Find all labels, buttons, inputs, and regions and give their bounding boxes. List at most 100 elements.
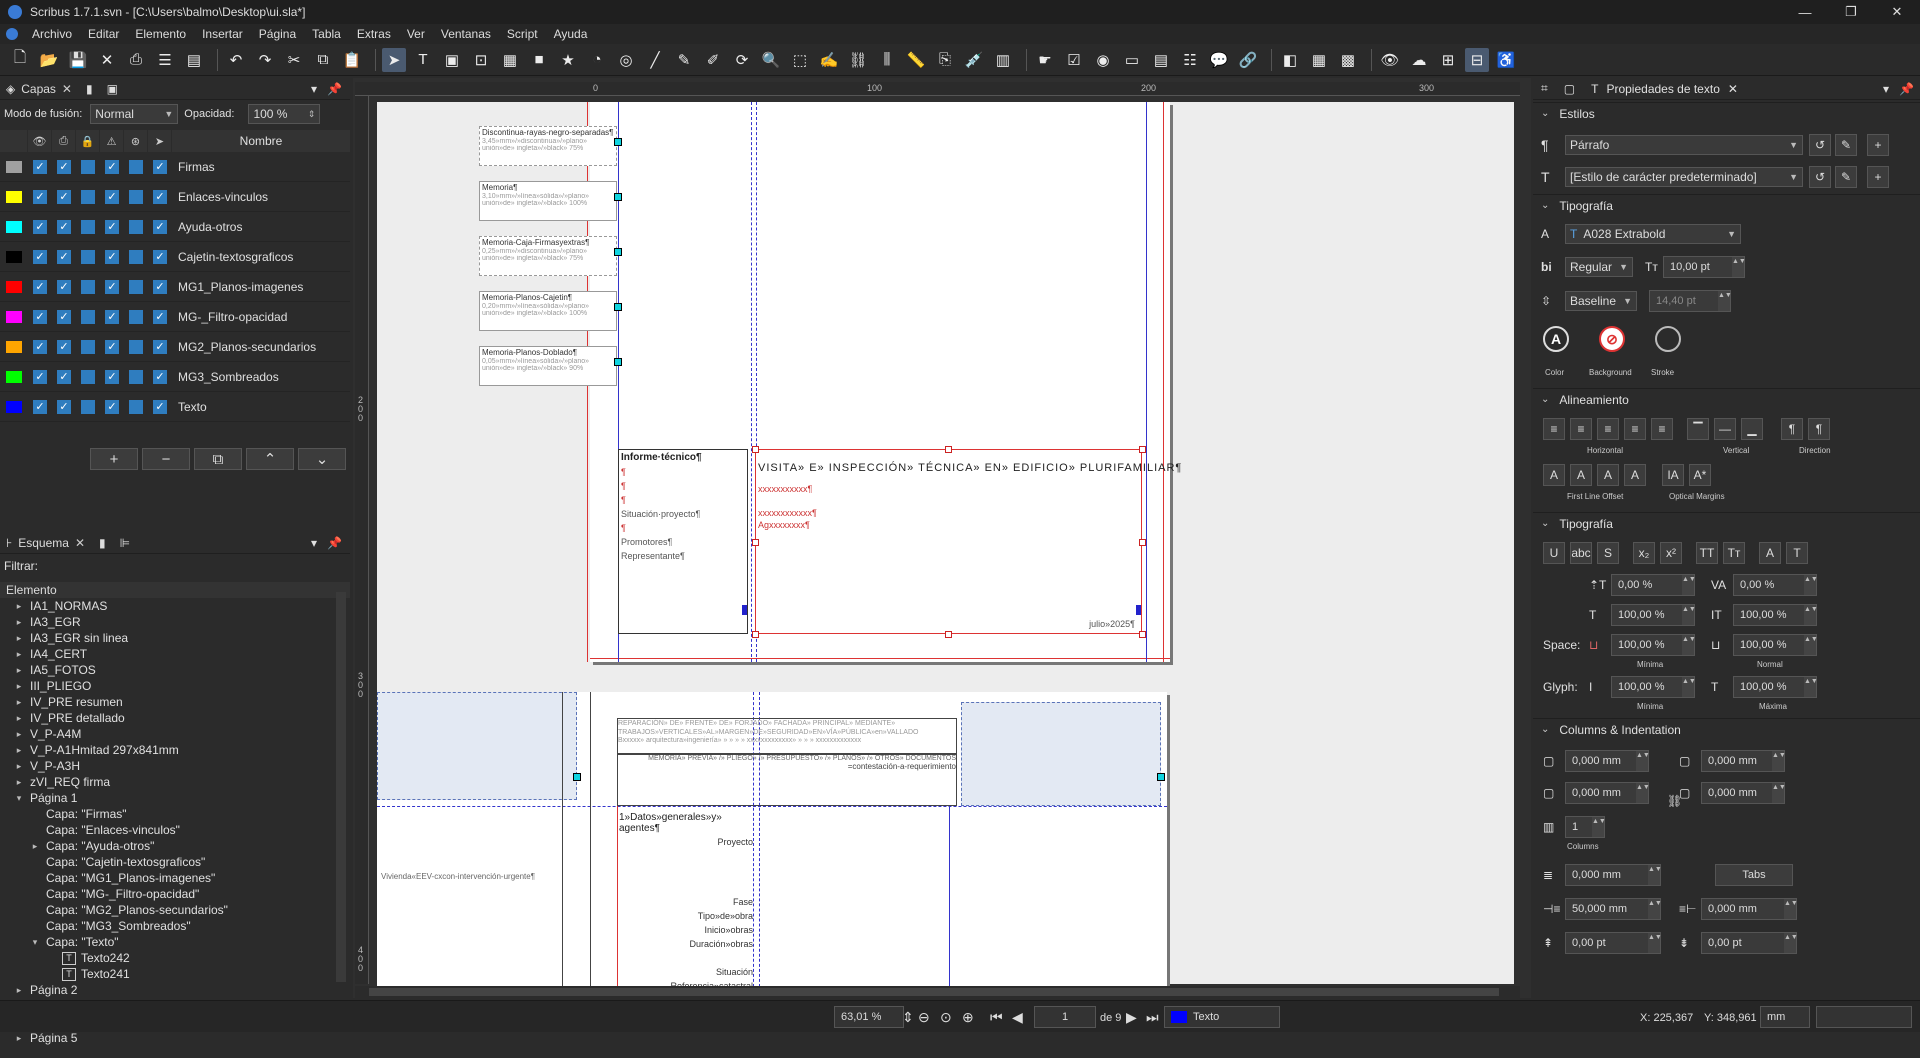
- collapsed-arrow-icon[interactable]: ▸: [14, 777, 24, 788]
- duplicate-layer-button[interactable]: ⧉: [194, 448, 242, 470]
- guides-toggle-icon[interactable]: ⊟: [1465, 47, 1489, 72]
- edit-style-icon[interactable]: ✎: [1835, 134, 1857, 156]
- flow-checkbox[interactable]: ✓: [105, 189, 119, 204]
- tree-item[interactable]: ▸ IA5_FOTOS: [0, 662, 350, 678]
- lock-checkbox[interactable]: [81, 279, 95, 294]
- polygon-tool-icon[interactable]: ★: [556, 48, 580, 72]
- resize-handle[interactable]: [752, 539, 759, 546]
- tree-item[interactable]: ▸ Capa: "Ayuda-otros": [0, 838, 350, 854]
- layer-row[interactable]: ✓ ✓ ✓ ✓ Cajetin-textosgraficos: [0, 242, 350, 272]
- text-stroke-icon[interactable]: [1655, 326, 1681, 352]
- flow-checkbox[interactable]: ✓: [105, 369, 119, 384]
- menu-archivo[interactable]: Archivo: [24, 27, 80, 41]
- menu-insertar[interactable]: Insertar: [194, 27, 251, 41]
- menu-ventanas[interactable]: Ventanas: [433, 27, 499, 41]
- collapsed-arrow-icon[interactable]: ▸: [14, 729, 24, 740]
- export-pdf-icon[interactable]: ▤: [182, 48, 206, 72]
- text-color-icon[interactable]: A: [1543, 326, 1569, 352]
- outline-checkbox[interactable]: [129, 159, 143, 174]
- collapsed-arrow-icon[interactable]: ▸: [14, 665, 24, 676]
- flow-checkbox[interactable]: ✓: [105, 159, 119, 174]
- lock-checkbox[interactable]: [81, 249, 95, 264]
- menu-tabla[interactable]: Tabla: [304, 27, 349, 41]
- style-box-5[interactable]: Memoria-Planos-Doblado¶ 0,05»mm»/»línea»…: [479, 346, 617, 386]
- frame-handle[interactable]: [614, 138, 622, 146]
- visible-checkbox[interactable]: ✓: [33, 159, 47, 174]
- image-frame-tool-icon[interactable]: ▣: [440, 48, 464, 72]
- previous-page-icon[interactable]: ◀: [1012, 1009, 1023, 1026]
- horizontal-ruler[interactable]: 0 100 200 300: [355, 82, 1520, 96]
- visible-checkbox[interactable]: ✓: [33, 279, 47, 294]
- edit-contents-icon[interactable]: ⬚: [788, 48, 812, 72]
- reset-style-icon[interactable]: ↺: [1809, 134, 1831, 156]
- frame-handle[interactable]: [1157, 773, 1165, 781]
- resize-handle[interactable]: [1139, 539, 1146, 546]
- last-page-icon[interactable]: ⏭: [1146, 1009, 1159, 1026]
- proof-colors-icon[interactable]: ▩: [1336, 48, 1360, 72]
- tab-esquema[interactable]: ⊦ Esquema ✕: [6, 536, 85, 550]
- pin-icon[interactable]: 📌: [1899, 82, 1914, 96]
- resize-handle[interactable]: [1139, 446, 1146, 453]
- opacity-input[interactable]: 100 % ⇕: [248, 104, 321, 124]
- frame-handle[interactable]: [614, 303, 622, 311]
- line-spacing-mode-select[interactable]: Baseline ▼: [1565, 291, 1637, 311]
- visita-inspeccion-frame[interactable]: VISITA» E» INSPECCIÓN» TÉCNICA» EN» EDIF…: [755, 449, 1181, 634]
- text-background-icon[interactable]: ⊘: [1599, 326, 1625, 352]
- undo-icon[interactable]: ↶: [224, 48, 248, 72]
- new-style-icon[interactable]: +: [1867, 134, 1889, 156]
- render-frame-tool-icon[interactable]: ⊡: [469, 48, 493, 72]
- first-line-offset-icon[interactable]: A: [1570, 464, 1592, 486]
- right-indent-input[interactable]: 0,000 mm ▲▼: [1701, 898, 1798, 920]
- zoom-out-icon[interactable]: ⊖: [918, 1009, 930, 1026]
- maximize-button[interactable]: ❐: [1828, 0, 1874, 24]
- table-tool-icon[interactable]: ▦: [498, 48, 522, 72]
- shaded-box-left[interactable]: [377, 692, 577, 800]
- next-page-icon[interactable]: ▶: [1126, 1009, 1137, 1026]
- pin-icon[interactable]: 📌: [327, 536, 342, 550]
- save-icon[interactable]: 💾: [66, 48, 90, 72]
- style-box-2[interactable]: Memoria¶ 3,10»mm»/»línea»sólida»/»plano»…: [479, 181, 617, 221]
- font-size-input[interactable]: 10,00 pt ▲▼: [1663, 256, 1746, 278]
- close-tab-icon[interactable]: ✕: [62, 82, 72, 96]
- preview-mode-icon[interactable]: ◧: [1278, 48, 1302, 72]
- preflight-icon[interactable]: ☰: [153, 48, 177, 72]
- close-document-icon[interactable]: ✕: [95, 48, 119, 72]
- text-properties-title[interactable]: Propiedades de texto: [1606, 82, 1719, 96]
- font-weight-select[interactable]: Regular ▼: [1565, 257, 1633, 277]
- columns-input[interactable]: 1 ▲▼: [1565, 816, 1606, 838]
- measure-icon[interactable]: 📏: [904, 48, 928, 72]
- tree-item[interactable]: ▸ Página 2: [0, 982, 350, 998]
- layer-row[interactable]: ✓ ✓ ✓ ✓ MG-_Filtro-opacidad: [0, 302, 350, 332]
- pin-icon[interactable]: 📌: [327, 82, 342, 96]
- inset-bottom-input[interactable]: 0,000 mm ▲▼: [1565, 782, 1650, 804]
- underline-words-icon[interactable]: abc: [1570, 542, 1592, 564]
- style-box-3[interactable]: Memoria-Caja-Firmasyextras¶ 0,25»mm»/»di…: [479, 236, 617, 276]
- left-indent-input[interactable]: 50,000 mm ▲▼: [1565, 898, 1662, 920]
- add-layer-button[interactable]: +: [90, 448, 138, 470]
- print-checkbox[interactable]: ✓: [57, 339, 71, 354]
- copy-icon[interactable]: ⧉: [311, 48, 335, 72]
- first-line-offset-icon[interactable]: A: [1543, 464, 1565, 486]
- unit-select[interactable]: mm: [1760, 1006, 1810, 1028]
- line-spacing-input[interactable]: 14,40 pt ▲▼: [1649, 290, 1732, 312]
- select-tool-icon[interactable]: ➤: [382, 47, 406, 72]
- print-checkbox[interactable]: ✓: [57, 279, 71, 294]
- pdf-text-field-icon[interactable]: ▭: [1120, 48, 1144, 72]
- outline-checkbox[interactable]: [129, 279, 143, 294]
- text-frame-tool-icon[interactable]: T: [411, 48, 435, 72]
- align-left-icon[interactable]: ≡: [1543, 418, 1565, 440]
- align-center-icon[interactable]: ≡: [1570, 418, 1592, 440]
- zoom-reset-icon[interactable]: ⊙: [940, 1009, 952, 1026]
- barcode-icon[interactable]: ▥: [991, 48, 1015, 72]
- paste-icon[interactable]: 📋: [340, 48, 364, 72]
- tree-item[interactable]: ▸ V_P-A1Hmitad 297x841mm: [0, 742, 350, 758]
- valign-bottom-icon[interactable]: ▁: [1741, 418, 1763, 440]
- menu-elemento[interactable]: Elemento: [127, 27, 194, 41]
- flow-checkbox[interactable]: ✓: [105, 309, 119, 324]
- zoom-tool-icon[interactable]: 🔍: [759, 48, 783, 72]
- section-columns[interactable]: ⌄ Columns & Indentation: [1533, 718, 1920, 740]
- tree-item[interactable]: Capa: "MG1_Planos-imagenes": [0, 870, 350, 886]
- lock-checkbox[interactable]: [81, 309, 95, 324]
- optical-margin-icon[interactable]: IA: [1662, 464, 1684, 486]
- tree-item[interactable]: T Texto241: [0, 966, 350, 982]
